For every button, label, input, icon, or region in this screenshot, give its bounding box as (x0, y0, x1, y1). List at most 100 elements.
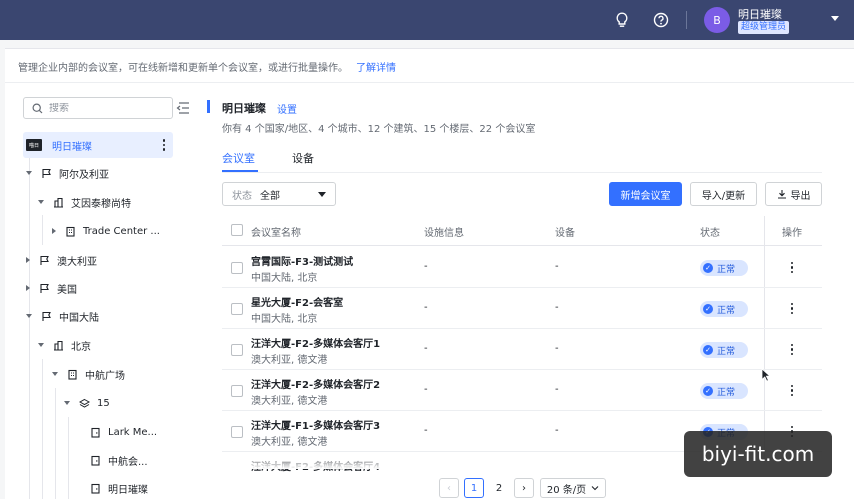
check-circle-icon: ✓ (703, 345, 713, 355)
tree-search-input[interactable] (49, 102, 159, 114)
page-size-value: 20 条/页 (546, 484, 587, 496)
org-logo: 喵日 (26, 139, 42, 151)
page-button-1[interactable]: 1 (464, 478, 484, 498)
flag-icon (42, 168, 51, 178)
floor-layers-icon (79, 398, 90, 408)
expand-arrow-icon[interactable] (26, 314, 32, 318)
tree-item-building[interactable]: Trade Center ... (52, 218, 160, 244)
export-button[interactable]: 导出 (765, 182, 822, 206)
tree-item-label: 阿尔及利亚 (59, 169, 109, 181)
status-badge: ✓ 正常 (700, 383, 748, 399)
tree-item-label: 艾因泰穆尚特 (71, 198, 131, 210)
settings-link[interactable]: 设置 (277, 101, 297, 116)
tree-item-label: 明日璀璨 (108, 484, 148, 496)
room-door-icon (91, 427, 100, 438)
row-more-icon[interactable] (791, 385, 794, 397)
tree-item-room[interactable]: 中航会... (90, 447, 148, 473)
expand-arrow-icon[interactable] (26, 171, 32, 175)
tree-item-algeria[interactable]: 阿尔及利亚 (26, 160, 109, 186)
expand-arrow-icon[interactable] (26, 257, 30, 263)
column-header-facility: 设施信息 (424, 228, 464, 239)
column-header-name[interactable]: 会议室名称 (251, 224, 301, 239)
room-door-icon (91, 455, 100, 466)
room-facility: - (424, 302, 428, 313)
tab-rooms[interactable]: 会议室 (222, 150, 255, 166)
tab-devices[interactable]: 设备 (292, 150, 314, 166)
description-text: 管理企业内部的会议室，可在线新增和更新单个会议室，或进行批量操作。 (18, 63, 348, 74)
row-more-icon[interactable] (791, 262, 794, 274)
tree-item-usa[interactable]: 美国 (26, 275, 77, 301)
status-text: 正常 (717, 264, 736, 275)
tree-item-label: 澳大利亚 (57, 256, 97, 268)
table-header (222, 216, 822, 246)
tree-item-org-root[interactable]: 喵日 明日璀璨 (26, 132, 173, 158)
page-size-select[interactable]: 20 条/页 (540, 478, 606, 498)
flag-icon (42, 311, 51, 321)
check-circle-icon: ✓ (703, 263, 713, 273)
status-text: 正常 (717, 387, 736, 398)
row-checkbox[interactable] (231, 303, 243, 315)
room-location: 澳大利亚, 德文港 (251, 355, 328, 366)
org-stats: 你有 4 个国家/地区、4 个城市、12 个建筑、15 个楼层、22 个会议室 (222, 124, 536, 135)
page-button-2[interactable]: 2 (489, 478, 509, 498)
add-room-button[interactable]: 新增会议室 (609, 182, 682, 206)
watermark: biyi-fit.com (684, 431, 832, 477)
expand-arrow-icon[interactable] (38, 200, 44, 204)
tree-item-room[interactable]: Lark Me... (90, 419, 157, 445)
expand-arrow-icon[interactable] (52, 372, 58, 376)
search-icon (32, 102, 43, 113)
chevron-down-icon[interactable] (831, 16, 839, 21)
user-avatar[interactable]: B (704, 7, 730, 33)
prev-page-button[interactable]: ‹ (439, 478, 459, 498)
column-header-device: 设备 (555, 228, 575, 239)
tree-item-city[interactable]: 艾因泰穆尚特 (38, 189, 131, 215)
download-icon (777, 190, 786, 199)
status-badge: ✓ 正常 (700, 260, 748, 276)
room-name: 星光大厦-F2-会客室 (251, 298, 344, 309)
select-all-checkbox[interactable] (231, 224, 243, 236)
more-icon[interactable] (162, 139, 165, 151)
flag-icon (40, 283, 49, 293)
row-checkbox[interactable] (231, 385, 243, 397)
room-facility: - (424, 343, 428, 354)
expand-arrow-icon[interactable] (52, 228, 56, 234)
expand-arrow-icon[interactable] (64, 401, 70, 405)
expand-arrow-icon[interactable] (26, 285, 30, 291)
chevron-down-icon (318, 192, 326, 197)
tree-item-china[interactable]: 中国大陆 (26, 303, 99, 329)
room-name: 汪洋大厦-F2-多媒体会客厅2 (251, 380, 381, 391)
filter-value: 全部 (260, 190, 280, 202)
tree-item-label: 中国大陆 (59, 312, 99, 324)
room-location: 澳大利亚, 德文港 (251, 396, 328, 407)
expand-arrow-icon[interactable] (38, 343, 44, 347)
help-icon[interactable] (652, 11, 670, 29)
next-page-button[interactable]: › (514, 478, 534, 498)
status-filter-select[interactable]: 状态 全部 (222, 182, 336, 206)
row-more-icon[interactable] (791, 303, 794, 315)
row-checkbox[interactable] (231, 344, 243, 356)
row-more-icon[interactable] (791, 344, 794, 356)
tree-item-floor[interactable]: 15 (64, 390, 110, 416)
mouse-cursor-icon (761, 368, 771, 382)
tree-search-box[interactable] (23, 97, 173, 119)
tree-item-australia[interactable]: 澳大利亚 (26, 247, 97, 273)
column-header-action: 操作 (782, 228, 802, 239)
row-checkbox[interactable] (231, 262, 243, 274)
tree-item-room[interactable]: 明日璀璨 (90, 475, 148, 499)
import-update-button[interactable]: 导入/更新 (690, 182, 757, 206)
room-name: 汪洋大厦-F2-多媒体会客厅1 (251, 339, 381, 350)
status-text: 正常 (717, 346, 736, 357)
org-title: 明日璀璨 (222, 102, 266, 115)
tree-item-label: 15 (97, 397, 110, 409)
user-name: 明日璀璨 (738, 8, 782, 21)
room-location: 中国大陆, 北京 (251, 273, 318, 284)
tree-item-label: Trade Center ... (83, 225, 160, 237)
page-description: 管理企业内部的会议室，可在线新增和更新单个会议室，或进行批量操作。 了解详情 (18, 59, 396, 74)
row-divider (222, 410, 822, 411)
row-checkbox[interactable] (231, 426, 243, 438)
tree-item-plaza[interactable]: 中航广场 (52, 361, 125, 387)
learn-more-link[interactable]: 了解详情 (356, 63, 396, 74)
collapse-sidebar-icon[interactable] (176, 100, 190, 116)
tree-item-beijing[interactable]: 北京 (38, 332, 91, 358)
lightbulb-icon[interactable] (613, 11, 631, 29)
